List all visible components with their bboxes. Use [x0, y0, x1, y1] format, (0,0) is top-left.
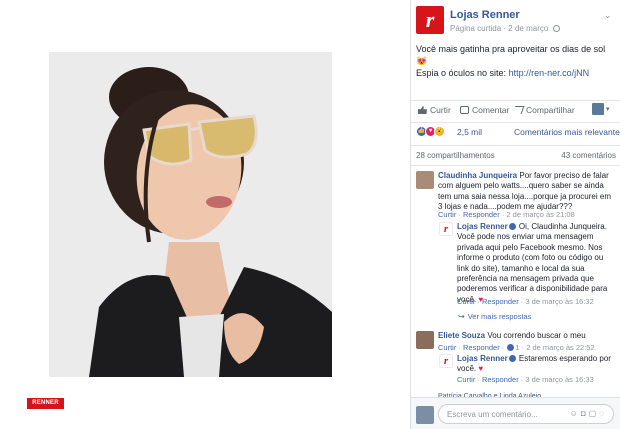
reply-item: r Lojas Renner Estaremos esperando por v…	[439, 354, 619, 386]
current-user-avatar	[416, 406, 434, 424]
comment-meta: Curtir · Responder · 1 · 2 de março às 2…	[438, 343, 595, 352]
gif-icon[interactable]: ▢	[589, 409, 600, 418]
divider	[411, 165, 620, 166]
comment-like-link[interactable]: Curtir	[438, 343, 456, 352]
commenter-avatar[interactable]	[416, 171, 434, 189]
post-meta: Página curtida · 2 de março	[450, 24, 560, 33]
post-text-line: Espia o óculos no site: http://ren-ner.c…	[416, 67, 616, 79]
like-label: Curtir	[430, 105, 451, 115]
share-button[interactable]: Compartilhar	[512, 105, 575, 115]
sticker-icon[interactable]: ◌	[599, 409, 607, 418]
globe-icon	[552, 25, 560, 32]
caret-down-icon[interactable]: ▾	[606, 105, 610, 113]
comment-reply-link[interactable]: Responder	[463, 210, 500, 219]
share-icon	[512, 106, 525, 114]
more-replies-label: Ver mais respostas	[467, 312, 532, 321]
comment-body: Vou correndo buscar o meu	[487, 331, 586, 340]
write-comment-bar: Escreva um comentário... ☺◘▢◌	[411, 397, 620, 429]
reply-meta: Curtir · Responder · 3 de março às 16:32	[457, 297, 594, 306]
reactions-row: 👍 ♥ 😮 2,5 mil Comentários mais relevante…	[416, 126, 620, 140]
comment-text: Eliete Souza Vou correndo buscar o meu	[438, 331, 614, 341]
post-header: r Lojas Renner Página curtida · 2 de mar…	[416, 6, 616, 36]
post-text-prefix: Espia o óculos no site:	[416, 68, 509, 78]
photo-viewer: RENNER	[0, 0, 410, 429]
reply-reply-link[interactable]: Responder	[482, 297, 519, 306]
post-link[interactable]: http://ren-ner.co/jNN	[509, 68, 590, 78]
action-bar: Curtir Comentar Compartilhar ▾	[416, 103, 616, 121]
comment-reply-link[interactable]: Responder	[463, 343, 500, 352]
reaction-count[interactable]: 2,5 mil	[457, 127, 482, 137]
like-button[interactable]: Curtir	[418, 105, 451, 115]
comment-item: Claudinha Junqueira Por favor preciso de…	[416, 171, 616, 221]
post-photo[interactable]	[49, 52, 332, 377]
comment-time[interactable]: 2 de março às 22:52	[526, 343, 594, 352]
comment-input[interactable]: Escreva um comentário... ☺◘▢◌	[438, 404, 614, 424]
reply-author[interactable]: Lojas Renner	[457, 222, 508, 231]
share-label: Compartilhar	[526, 105, 575, 115]
page-avatar-small[interactable]: r	[439, 222, 453, 236]
page-name-link[interactable]: Lojas Renner	[450, 9, 520, 21]
comment-label: Comentar	[472, 105, 510, 115]
divider	[411, 122, 620, 123]
reply-time[interactable]: 3 de março às 16:33	[525, 375, 593, 384]
commenter-avatar[interactable]	[416, 331, 434, 349]
reply-like-link[interactable]: Curtir	[457, 375, 475, 384]
reply-item: r Lojas Renner Oi, Claudinha Junqueira. …	[439, 222, 619, 310]
post-text: Você mais gatinha pra aproveitar os dias…	[416, 43, 616, 79]
comment-input-placeholder: Escreva um comentário...	[447, 410, 538, 419]
comment-time[interactable]: 2 de março às 21:08	[506, 210, 574, 219]
reply-text: Lojas Renner Oi, Claudinha Junqueira. Vo…	[457, 222, 615, 305]
post-text-line: Você mais gatinha pra aproveitar os dias…	[416, 44, 606, 66]
reply-reply-link[interactable]: Responder	[482, 375, 519, 384]
page-avatar[interactable]: r	[416, 6, 444, 34]
comment-text: Claudinha Junqueira Por favor preciso de…	[438, 171, 614, 213]
woman-sunglasses-photo	[49, 52, 332, 377]
reply-like-link[interactable]: Curtir	[457, 297, 475, 306]
comment-like-count[interactable]: 1	[515, 343, 519, 352]
divider	[411, 100, 620, 101]
camera-icon[interactable]: ◘	[581, 409, 589, 418]
verified-icon	[508, 355, 516, 362]
renner-logo-badge: RENNER	[27, 398, 64, 409]
comment-meta: Curtir · Responder · 2 de março às 21:08	[438, 210, 575, 219]
post-details: r Lojas Renner Página curtida · 2 de mar…	[411, 0, 620, 429]
divider	[411, 145, 620, 146]
reply-text: Lojas Renner Estaremos esperando por voc…	[457, 354, 615, 375]
emoji-icon[interactable]: ☺	[570, 409, 581, 418]
share-as-avatar[interactable]	[592, 103, 604, 115]
page-avatar-small[interactable]: r	[439, 354, 453, 368]
like-count-icon	[507, 344, 515, 351]
shares-count[interactable]: 28 compartilhamentos	[416, 151, 495, 160]
comment-sort-dropdown[interactable]: Comentários mais relevantes ▾	[514, 127, 620, 138]
reply-body: Oi, Claudinha Junqueira. Você pode nos e…	[457, 222, 608, 304]
wow-reaction-icon[interactable]: 😮	[434, 126, 445, 137]
reply-meta: Curtir · Responder · 3 de março às 16:33	[457, 375, 594, 384]
counts-row: 28 compartilhamentos 43 comentários	[416, 151, 616, 161]
reply-arrow-icon: ↪	[458, 312, 465, 321]
comment-button[interactable]: Comentar	[460, 105, 509, 115]
comment-like-link[interactable]: Curtir	[438, 210, 456, 219]
verified-icon	[508, 223, 516, 230]
comment-author[interactable]: Claudinha Junqueira	[438, 171, 517, 180]
reply-author[interactable]: Lojas Renner	[457, 354, 508, 363]
heart-icon: ♥	[478, 364, 484, 374]
comment-icon	[460, 106, 469, 114]
page-type-label: Página curtida	[450, 24, 502, 33]
chevron-down-icon[interactable]: ⌄	[604, 10, 612, 21]
reply-time[interactable]: 3 de março às 16:32	[525, 297, 593, 306]
comment-author[interactable]: Eliete Souza	[438, 331, 485, 340]
input-tools: ☺◘▢◌	[570, 409, 607, 418]
like-icon	[418, 106, 427, 114]
comments-count[interactable]: 43 comentários	[561, 151, 616, 160]
more-replies-link[interactable]: ↪ Ver mais respostas	[458, 312, 531, 321]
post-date[interactable]: 2 de março	[508, 24, 548, 33]
comment-item: Eliete Souza Vou correndo buscar o meu C…	[416, 331, 616, 353]
